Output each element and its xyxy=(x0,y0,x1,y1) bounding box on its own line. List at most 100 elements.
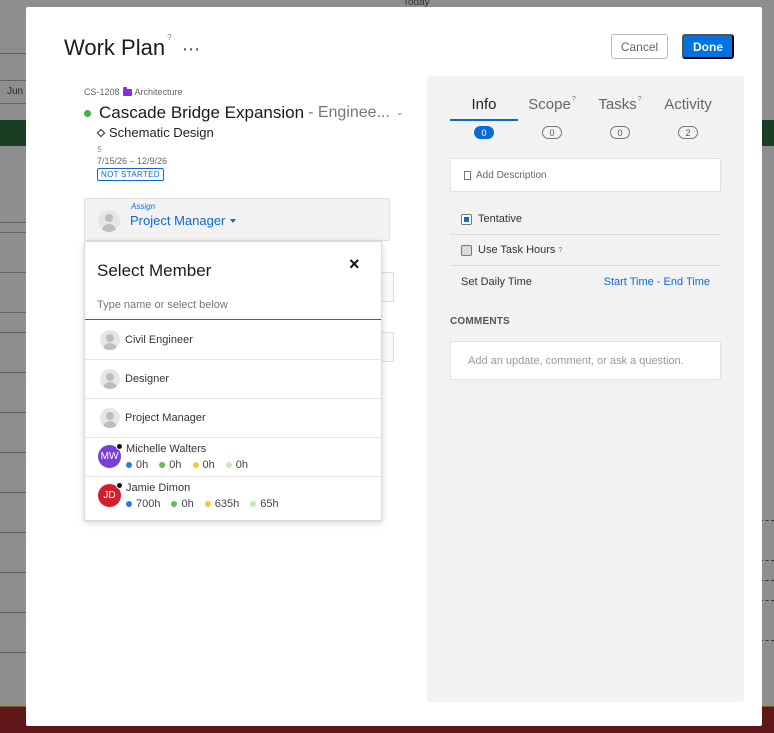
tab-underline xyxy=(654,119,722,121)
document-icon xyxy=(464,170,471,180)
avatar-initials: JD xyxy=(103,490,116,501)
avatar: MW xyxy=(98,443,123,468)
tab-label: Activity xyxy=(664,96,712,113)
avatar-initials: MW xyxy=(100,451,119,462)
phase: Schematic Design xyxy=(96,125,214,140)
tab-bar: Info 0 Scope? 0 Tasks? 0 Activity 2 xyxy=(450,96,721,139)
member-list: Civil Engineer Designer Project Manager … xyxy=(85,321,381,516)
tab-info[interactable]: Info 0 xyxy=(450,96,518,139)
list-item-person[interactable]: JD Jamie Dimon 700h 0h 635h 65h xyxy=(85,477,381,516)
tab-count-badge: 0 xyxy=(542,126,562,139)
tab-label: Scope xyxy=(528,96,571,113)
comment-input[interactable]: Add an update, comment, or ask a questio… xyxy=(450,341,721,380)
hours-value: 65h xyxy=(260,498,279,510)
tab-scope[interactable]: Scope? 0 xyxy=(518,96,586,139)
user-avatar-icon xyxy=(100,408,120,428)
status-badge: NOT STARTED xyxy=(97,168,164,181)
hours-dot-icon xyxy=(126,501,132,507)
modal-title-text: Work Plan xyxy=(64,35,166,60)
hours-dot-icon xyxy=(126,462,132,468)
help-icon[interactable]: ? xyxy=(167,33,171,42)
hours-dot-icon xyxy=(250,501,257,507)
add-description-label: Add Description xyxy=(476,169,547,181)
phase-number: 5 xyxy=(97,145,102,154)
user-avatar-icon xyxy=(100,369,120,389)
list-item-role[interactable]: Civil Engineer xyxy=(85,321,381,360)
project-code: CS-1208 xyxy=(84,87,120,97)
list-item-role[interactable]: Designer xyxy=(85,360,381,399)
tentative-label: Tentative xyxy=(478,213,523,225)
work-plan-modal: Work Plan? ⋯ Cancel Done CS-1208 Archite… xyxy=(26,7,762,726)
use-task-hours-option[interactable]: Use Task Hours ? xyxy=(450,235,721,266)
hours-value: 0h xyxy=(181,498,194,510)
tab-count-badge: 0 xyxy=(474,126,494,139)
help-icon[interactable]: ? xyxy=(558,247,562,254)
person-name: Jamie Dimon xyxy=(126,482,191,494)
avatar: JD xyxy=(98,482,123,507)
cancel-button[interactable]: Cancel xyxy=(611,34,668,59)
tab-active-indicator xyxy=(450,119,518,121)
presence-dot-icon xyxy=(116,482,123,489)
done-button[interactable]: Done xyxy=(682,34,734,59)
folder-icon xyxy=(122,86,132,96)
assign-value-text: Project Manager xyxy=(130,213,226,228)
tab-count-badge: 0 xyxy=(610,126,630,139)
presence-dot-icon xyxy=(116,443,123,450)
help-icon[interactable]: ? xyxy=(638,96,642,103)
help-icon[interactable]: ? xyxy=(572,96,576,103)
member-search-input[interactable] xyxy=(85,290,381,320)
dropdown-title: Select Member xyxy=(97,261,212,280)
daily-time-row: Set Daily Time Start Time - End Time xyxy=(450,266,721,297)
tab-underline xyxy=(586,119,654,121)
role-label: Civil Engineer xyxy=(125,334,193,346)
tab-activity[interactable]: Activity 2 xyxy=(654,96,722,139)
hours-dot-icon xyxy=(159,462,166,468)
details-panel: Info 0 Scope? 0 Tasks? 0 Activity 2 Add … xyxy=(427,76,744,702)
hidden-field-edge xyxy=(382,332,394,362)
phase-name: Schematic Design xyxy=(109,125,214,140)
chevron-down-icon[interactable]: ⌄ xyxy=(396,107,404,118)
assign-label: Assign xyxy=(131,202,156,211)
role-label: Designer xyxy=(125,373,170,385)
hours-dot-icon xyxy=(171,501,178,507)
hours-value: 0h xyxy=(136,459,149,471)
hours-value: 0h xyxy=(169,459,182,471)
status-dot-icon xyxy=(84,109,91,117)
use-task-hours-label: Use Task Hours xyxy=(478,244,556,256)
project-title[interactable]: Cascade Bridge Expansion - Enginee... ⌄ xyxy=(84,103,403,123)
more-options-icon[interactable]: ⋯ xyxy=(182,39,201,60)
user-avatar-icon xyxy=(100,330,120,350)
hours-dot-icon xyxy=(225,462,232,468)
project-category: Architecture xyxy=(134,87,183,97)
list-item-person[interactable]: MW Michelle Walters 0h 0h 0h 0h xyxy=(85,438,381,477)
date-range: 7/15/26 – 12/9/26 xyxy=(97,156,168,166)
project-subtitle: - Enginee... xyxy=(308,104,390,121)
diamond-icon xyxy=(96,128,106,137)
time-range-link[interactable]: Start Time - End Time xyxy=(604,276,710,288)
list-item-role[interactable]: Project Manager xyxy=(85,399,381,438)
add-description-field[interactable]: Add Description xyxy=(450,158,721,192)
modal-title: Work Plan? xyxy=(64,33,172,61)
tab-label: Info xyxy=(471,96,497,113)
assign-value[interactable]: Project Manager xyxy=(130,213,237,228)
assign-selector[interactable]: Assign Project Manager xyxy=(84,198,390,241)
caret-down-icon xyxy=(230,218,237,223)
hours-value: 700h xyxy=(136,498,161,510)
close-icon[interactable]: × xyxy=(349,254,360,275)
hours-value: 0h xyxy=(235,459,248,471)
hours-value: 635h xyxy=(214,498,240,510)
select-member-dropdown: Select Member × Civil Engineer Designer … xyxy=(84,241,382,521)
use-task-hours-checkbox[interactable] xyxy=(461,244,472,256)
tab-underline xyxy=(518,119,586,121)
role-label: Project Manager xyxy=(125,412,206,424)
person-hours: 700h 0h 635h 65h xyxy=(126,498,290,510)
hours-dot-icon xyxy=(204,501,211,507)
person-name: Michelle Walters xyxy=(126,443,207,455)
tentative-option[interactable]: Tentative xyxy=(450,204,721,235)
hidden-field-edge xyxy=(382,272,394,302)
comments-heading: COMMENTS xyxy=(450,316,510,327)
tab-label: Tasks xyxy=(598,96,637,113)
tentative-checkbox[interactable] xyxy=(461,213,472,225)
hours-dot-icon xyxy=(192,462,199,468)
tab-tasks[interactable]: Tasks? 0 xyxy=(586,96,654,139)
